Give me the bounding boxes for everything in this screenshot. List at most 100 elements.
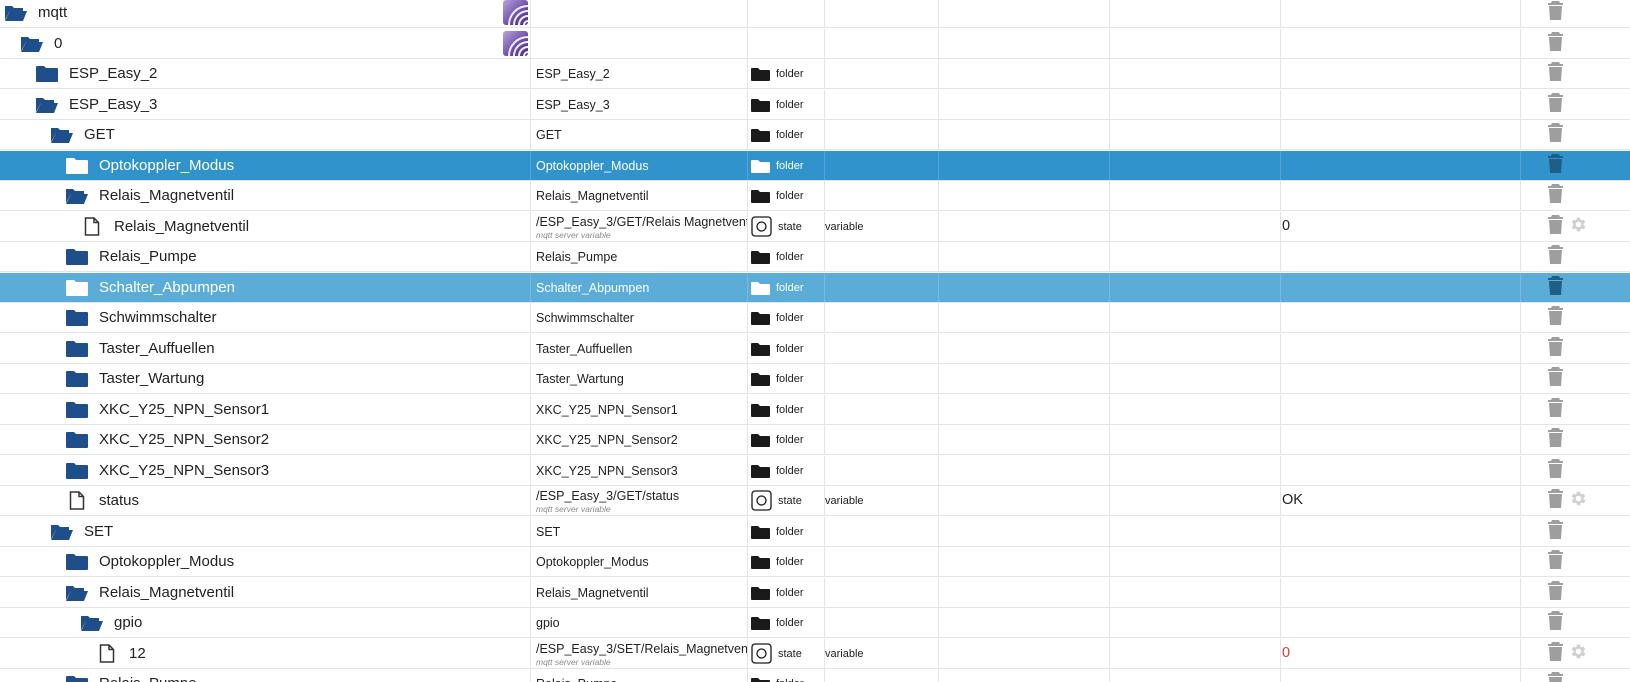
tree-row[interactable]: GET GET folder bbox=[0, 120, 1630, 150]
folder-icon[interactable] bbox=[65, 156, 89, 176]
file-icon[interactable] bbox=[65, 491, 89, 511]
trash-icon[interactable] bbox=[1548, 336, 1563, 361]
tree-row[interactable]: Relais_Pumpe Relais_Pumpe folder bbox=[0, 669, 1630, 682]
name-cell[interactable]: Schwimmschalter bbox=[0, 303, 530, 332]
trash-icon[interactable] bbox=[1548, 458, 1563, 483]
name-cell[interactable]: Relais_Magnetventil bbox=[0, 578, 530, 607]
trash-icon[interactable] bbox=[1548, 641, 1563, 666]
trash-icon[interactable] bbox=[1548, 580, 1563, 605]
name-cell[interactable]: Optokoppler_Modus bbox=[0, 151, 530, 180]
gear-icon[interactable] bbox=[1569, 489, 1588, 513]
trash-icon[interactable] bbox=[1548, 0, 1563, 25]
folder-icon[interactable] bbox=[65, 369, 89, 389]
value-cell[interactable]: 0 bbox=[1280, 212, 1520, 241]
value-cell[interactable] bbox=[1280, 181, 1520, 210]
name-cell[interactable]: status bbox=[0, 486, 530, 515]
value-cell[interactable] bbox=[1280, 425, 1520, 454]
name-cell[interactable]: Optokoppler_Modus bbox=[0, 547, 530, 576]
value-cell[interactable] bbox=[1280, 578, 1520, 607]
trash-icon[interactable] bbox=[1548, 244, 1563, 269]
name-cell[interactable]: Schalter_Abpumpen bbox=[0, 273, 530, 302]
trash-icon[interactable] bbox=[1548, 92, 1563, 117]
trash-icon[interactable] bbox=[1548, 549, 1563, 574]
name-cell[interactable]: gpio bbox=[0, 608, 530, 637]
value-cell[interactable] bbox=[1280, 517, 1520, 546]
trash-icon[interactable] bbox=[1548, 305, 1563, 330]
tree-row[interactable]: Relais_Magnetventil Relais_Magnetventil fo… bbox=[0, 181, 1630, 211]
trash-icon[interactable] bbox=[1548, 214, 1563, 239]
folder-icon[interactable] bbox=[35, 64, 59, 84]
trash-icon[interactable] bbox=[1548, 397, 1563, 422]
folder-icon[interactable] bbox=[65, 308, 89, 328]
value-cell[interactable] bbox=[1280, 120, 1520, 149]
tree-row[interactable]: Taster_Wartung Taster_Wartung folder bbox=[0, 364, 1630, 394]
value-cell[interactable] bbox=[1280, 456, 1520, 485]
tree-row[interactable]: ESP_Easy_2 ESP_Easy_2 folder bbox=[0, 59, 1630, 89]
folder-icon[interactable] bbox=[65, 674, 89, 682]
value-cell[interactable] bbox=[1280, 59, 1520, 88]
name-cell[interactable]: 12 bbox=[0, 639, 530, 668]
trash-icon[interactable] bbox=[1548, 427, 1563, 452]
name-cell[interactable]: ESP_Easy_3 bbox=[0, 90, 530, 119]
tree-row[interactable]: XKC_Y25_NPN_Sensor1 XKC_Y25_NPN_Sensor1 fo… bbox=[0, 395, 1630, 425]
tree-row[interactable]: mqtt bbox=[0, 0, 1630, 28]
value-cell[interactable] bbox=[1280, 334, 1520, 363]
trash-icon[interactable] bbox=[1548, 519, 1563, 544]
name-cell[interactable]: Taster_Wartung bbox=[0, 364, 530, 393]
folder-open-icon[interactable] bbox=[65, 186, 89, 206]
object-value[interactable]: 0 bbox=[1282, 218, 1290, 234]
tree-row[interactable]: SET SET folder bbox=[0, 517, 1630, 547]
tree-row[interactable]: Taster_Auffuellen Taster_Auffuellen folder bbox=[0, 334, 1630, 364]
trash-icon[interactable] bbox=[1548, 31, 1563, 56]
name-cell[interactable]: XKC_Y25_NPN_Sensor2 bbox=[0, 425, 530, 454]
name-cell[interactable]: XKC_Y25_NPN_Sensor3 bbox=[0, 456, 530, 485]
name-cell[interactable]: XKC_Y25_NPN_Sensor1 bbox=[0, 395, 530, 424]
tree-row[interactable]: Relais_Magnetventil/ESP_Easy_3/GET/Relai… bbox=[0, 212, 1630, 242]
object-value[interactable]: 0 bbox=[1282, 645, 1290, 661]
tree-row[interactable]: Relais_Pumpe Relais_Pumpe folder bbox=[0, 242, 1630, 272]
tree-row[interactable]: 12/ESP_Easy_3/SET/Relais_Magnetventi mqtt… bbox=[0, 639, 1630, 669]
file-icon[interactable] bbox=[95, 644, 119, 664]
tree-row[interactable]: Schwimmschalter Schwimmschalter folder bbox=[0, 303, 1630, 333]
name-cell[interactable]: ESP_Easy_2 bbox=[0, 59, 530, 88]
value-cell[interactable] bbox=[1280, 364, 1520, 393]
tree-row[interactable]: status/ESP_Easy_3/GET/status mqtt server … bbox=[0, 486, 1630, 516]
trash-icon[interactable] bbox=[1548, 366, 1563, 391]
value-cell[interactable] bbox=[1280, 151, 1520, 180]
folder-icon[interactable] bbox=[65, 339, 89, 359]
tree-row[interactable]: XKC_Y25_NPN_Sensor3 XKC_Y25_NPN_Sensor3 fo… bbox=[0, 456, 1630, 486]
trash-icon[interactable] bbox=[1548, 275, 1563, 300]
name-cell[interactable]: 0 bbox=[0, 29, 530, 58]
value-cell[interactable] bbox=[1280, 273, 1520, 302]
folder-open-icon[interactable] bbox=[20, 34, 44, 54]
tree-row[interactable]: Schalter_Abpumpen Schalter_Abpumpen folder bbox=[0, 273, 1630, 303]
value-cell[interactable] bbox=[1280, 90, 1520, 119]
folder-icon[interactable] bbox=[65, 430, 89, 450]
folder-open-icon[interactable] bbox=[4, 3, 28, 23]
trash-icon[interactable] bbox=[1548, 671, 1563, 682]
folder-open-icon[interactable] bbox=[80, 613, 104, 633]
trash-icon[interactable] bbox=[1548, 183, 1563, 208]
value-cell[interactable] bbox=[1280, 303, 1520, 332]
gear-icon[interactable] bbox=[1569, 215, 1588, 239]
value-cell[interactable] bbox=[1280, 395, 1520, 424]
name-cell[interactable]: GET bbox=[0, 120, 530, 149]
tree-row[interactable]: ESP_Easy_3 ESP_Easy_3 folder bbox=[0, 90, 1630, 120]
folder-icon[interactable] bbox=[65, 247, 89, 267]
value-cell[interactable] bbox=[1280, 669, 1520, 682]
name-cell[interactable]: mqtt bbox=[0, 0, 530, 27]
folder-open-icon[interactable] bbox=[50, 522, 74, 542]
object-value[interactable]: OK bbox=[1282, 492, 1303, 508]
folder-open-icon[interactable] bbox=[35, 95, 59, 115]
tree-row[interactable]: Optokoppler_Modus Optokoppler_Modus folder bbox=[0, 547, 1630, 577]
tree-row[interactable]: XKC_Y25_NPN_Sensor2 XKC_Y25_NPN_Sensor2 fo… bbox=[0, 425, 1630, 455]
value-cell[interactable] bbox=[1280, 242, 1520, 271]
file-icon[interactable] bbox=[80, 217, 104, 237]
value-cell[interactable] bbox=[1280, 29, 1520, 58]
value-cell[interactable]: 0 bbox=[1280, 639, 1520, 668]
tree-row[interactable]: gpio gpio folder bbox=[0, 608, 1630, 638]
value-cell[interactable] bbox=[1280, 608, 1520, 637]
gear-icon[interactable] bbox=[1569, 642, 1588, 666]
tree-row[interactable]: Relais_Magnetventil Relais_Magnetventil fo… bbox=[0, 578, 1630, 608]
trash-icon[interactable] bbox=[1548, 122, 1563, 147]
